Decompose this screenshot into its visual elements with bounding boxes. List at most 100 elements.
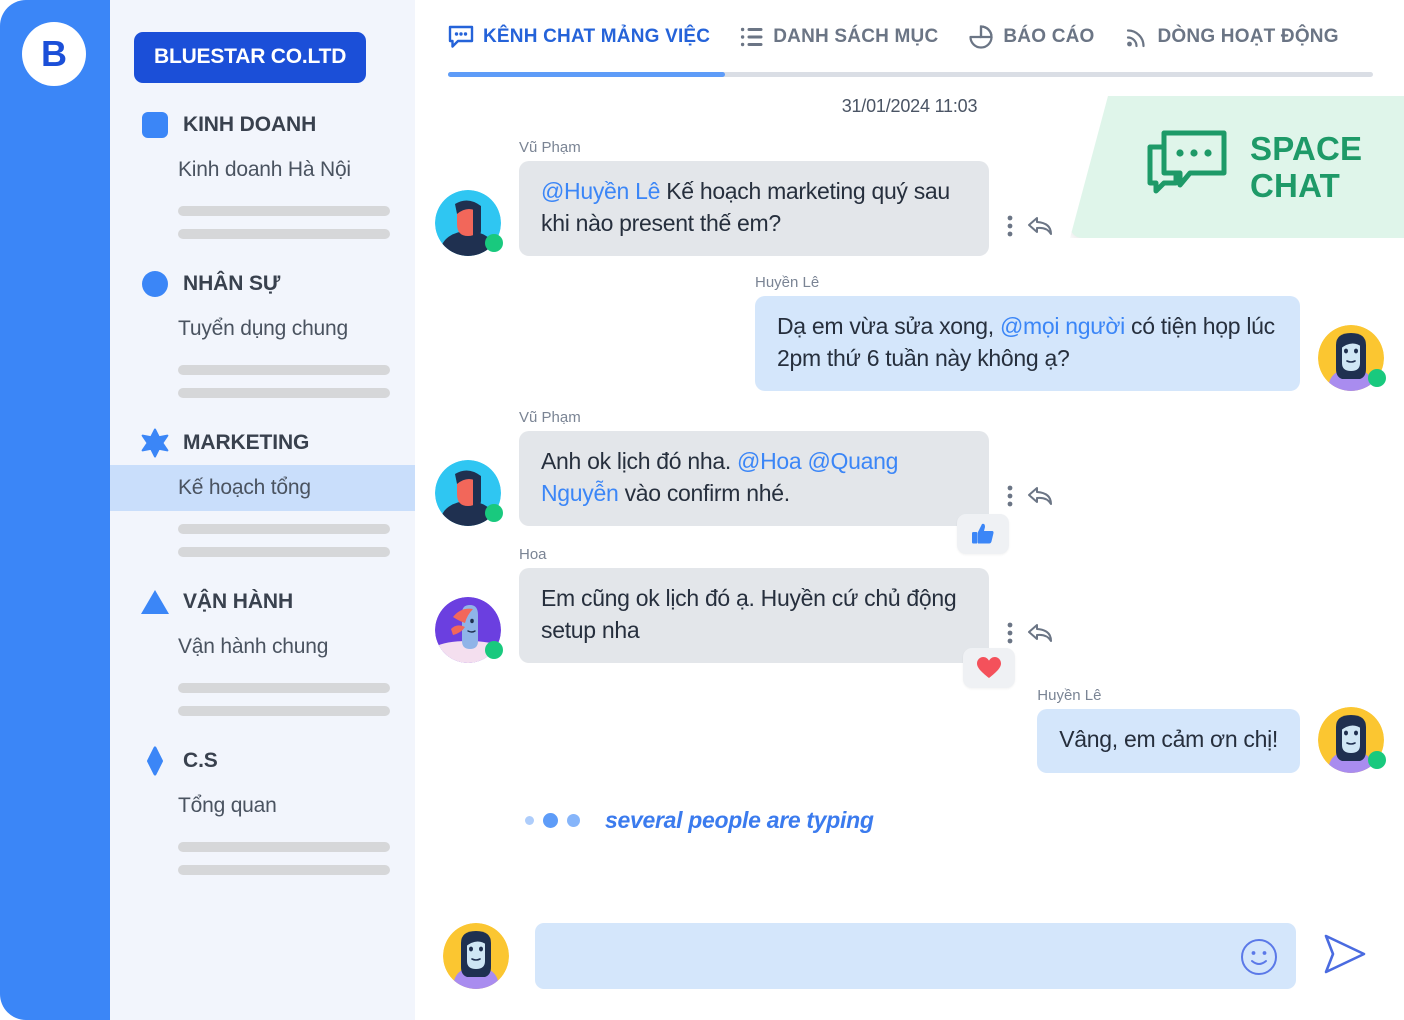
sidebar-group-title: MARKETING <box>183 431 310 454</box>
more-options-icon[interactable] <box>1007 621 1013 645</box>
online-status-dot <box>485 641 503 659</box>
online-status-dot <box>485 234 503 252</box>
avatar-huyen-le[interactable] <box>1318 706 1386 773</box>
more-options-icon[interactable] <box>1007 484 1013 508</box>
space-chat-label: SPACE CHAT <box>1250 130 1362 205</box>
sidebar-group-header[interactable]: VẬN HÀNH <box>110 580 415 624</box>
message-composer <box>415 910 1404 1002</box>
sidebar-group-title: C.S <box>183 749 218 772</box>
sidebar-placeholder-bar <box>178 388 390 398</box>
left-rail: B <box>0 0 110 1020</box>
message-sender-name: Huyền Lê <box>1037 687 1102 704</box>
sidebar-group-title: VẬN HÀNH <box>183 590 294 613</box>
message-row: Huyền Lê Dạ em vừa sửa xong, @mọi người … <box>415 274 1404 391</box>
sidebar-item-van-hanh-chung[interactable]: Vận hành chung <box>110 624 415 670</box>
sidebar-item-kinh-doanh-ha-noi[interactable]: Kinh doanh Hà Nội <box>110 147 415 193</box>
sidebar-group-nhan-su: NHÂN SỰ Tuyển dụng chung <box>110 262 415 398</box>
pie-chart-icon <box>968 24 994 50</box>
sidebar-placeholder-bar <box>178 842 390 852</box>
tab-label: KÊNH CHAT MẢNG VIỆC <box>483 26 711 47</box>
sidebar-group-marketing: MARKETING Kế hoạch tổng <box>110 421 415 557</box>
sidebar-group-header[interactable]: MARKETING <box>110 421 415 465</box>
message-sender-name: Hoa <box>519 546 547 563</box>
avatar-vu-pham[interactable] <box>435 460 503 526</box>
message-input[interactable] <box>555 926 1255 986</box>
tab-underline-active <box>448 72 725 77</box>
sidebar-group-title: KINH DOANH <box>183 113 317 136</box>
sidebar-placeholder-bar <box>178 865 390 875</box>
sidebar-group-title: NHÂN SỰ <box>183 272 281 295</box>
message-actions <box>1007 621 1053 645</box>
reaction-heart[interactable] <box>963 648 1015 688</box>
reply-icon[interactable] <box>1027 485 1053 507</box>
message-bubble[interactable]: @Huyền Lê Kế hoạch marketing quý sau khi… <box>519 161 989 256</box>
space-chat-icon <box>1142 127 1232 208</box>
reply-icon[interactable] <box>1027 215 1053 237</box>
message-input-wrapper <box>535 923 1296 989</box>
sidebar-placeholder-bar <box>178 365 390 375</box>
sidebar-item-ke-hoach-tong[interactable]: Kế hoạch tổng <box>110 465 415 511</box>
message-content: Vũ Phạm Anh ok lịch đó nha. @Hoa @Quang … <box>519 409 1009 554</box>
message-sender-name: Huyền Lê <box>755 274 820 291</box>
sidebar-group-header[interactable]: C.S <box>110 739 415 783</box>
message-content: Huyền Lê Vâng, em cảm ơn chị! <box>1037 687 1300 773</box>
tab-danh-sach-muc[interactable]: DANH SÁCH MỤC <box>740 26 938 48</box>
reply-icon[interactable] <box>1027 622 1053 644</box>
smiley-icon[interactable] <box>1240 938 1278 981</box>
sidebar-group-cs: C.S Tổng quan <box>110 739 415 875</box>
sidebar-group-list: KINH DOANH Kinh doanh Hà Nội NHÂN SỰ Tuy… <box>110 103 415 875</box>
online-status-dot <box>485 504 503 522</box>
avatar-hoa[interactable] <box>435 597 503 663</box>
app-root: B BLUESTAR CO.LTD KINH DOANH Kinh doanh … <box>0 0 1404 1020</box>
message-actions <box>1007 484 1053 508</box>
sidebar-placeholder-bar <box>178 683 390 693</box>
avatar-current-user[interactable] <box>443 923 509 989</box>
message-row: Hoa Em cũng ok lịch đó ạ. Huyền cứ chủ đ… <box>415 546 1404 688</box>
online-status-dot <box>1368 369 1386 387</box>
tab-label: BÁO CÁO <box>1003 26 1095 47</box>
message-text: vào confirm nhé. <box>618 479 791 506</box>
sidebar: BLUESTAR CO.LTD KINH DOANH Kinh doanh Hà… <box>110 0 415 1020</box>
tab-bar: KÊNH CHAT MẢNG VIỆC DANH SÁCH MỤC BÁO CÁ… <box>448 24 1339 50</box>
message-bubble[interactable]: Dạ em vừa sửa xong, @mọi người có tiện h… <box>755 296 1300 391</box>
message-row: Vũ Phạm Anh ok lịch đó nha. @Hoa @Quang … <box>415 409 1404 554</box>
message-bubble[interactable]: Anh ok lịch đó nha. @Hoa @Quang Nguyễn v… <box>519 431 989 526</box>
star-icon <box>140 428 170 458</box>
space-chat-line2: CHAT <box>1250 167 1341 204</box>
sidebar-group-header[interactable]: KINH DOANH <box>110 103 415 147</box>
rss-feed-icon <box>1125 25 1149 49</box>
sidebar-item-tuyen-dung-chung[interactable]: Tuyển dụng chung <box>110 306 415 352</box>
sidebar-group-van-hanh: VẬN HÀNH Vận hành chung <box>110 580 415 716</box>
message-content: Huyền Lê Dạ em vừa sửa xong, @mọi người … <box>755 274 1300 391</box>
tab-label: DANH SÁCH MỤC <box>773 26 939 47</box>
online-status-dot <box>1368 750 1386 769</box>
sidebar-group-header[interactable]: NHÂN SỰ <box>110 262 415 306</box>
tab-kenh-chat-mang-viec[interactable]: KÊNH CHAT MẢNG VIỆC <box>448 25 710 49</box>
message-sender-name: Vũ Phạm <box>519 409 581 426</box>
mention-token[interactable]: @mọi người <box>1000 313 1125 339</box>
avatar-vu-pham[interactable] <box>435 190 503 256</box>
message-bubble[interactable]: Vâng, em cảm ơn chị! <box>1037 709 1300 773</box>
sidebar-placeholder-bar <box>178 706 390 716</box>
more-options-icon[interactable] <box>1007 214 1013 238</box>
diamond-icon <box>140 746 170 776</box>
typing-indicator: several people are typing <box>415 807 1404 834</box>
sidebar-placeholder-bar <box>178 229 390 239</box>
chat-bubble-icon <box>448 25 474 49</box>
org-name-badge[interactable]: BLUESTAR CO.LTD <box>134 32 367 83</box>
message-text: Anh ok lịch đó nha. <box>541 448 738 474</box>
message-content: Vũ Phạm @Huyền Lê Kế hoạch marketing quý… <box>519 139 989 256</box>
sidebar-placeholder-bar <box>178 206 390 216</box>
sidebar-placeholder-bar <box>178 524 390 534</box>
tab-bao-cao[interactable]: BÁO CÁO <box>968 24 1094 50</box>
message-actions <box>1007 214 1053 238</box>
message-bubble[interactable]: Em cũng ok lịch đó ạ. Huyền cứ chủ động … <box>519 568 989 663</box>
sidebar-group-kinh-doanh: KINH DOANH Kinh doanh Hà Nội <box>110 103 415 239</box>
app-logo[interactable]: B <box>22 22 86 86</box>
avatar-huyen-le[interactable] <box>1318 325 1386 391</box>
sidebar-item-tong-quan[interactable]: Tổng quan <box>110 783 415 829</box>
tab-dong-hoat-dong[interactable]: DÒNG HOẠT ĐỘNG <box>1125 25 1339 49</box>
mention-token[interactable]: @Huyền Lê <box>541 178 660 204</box>
send-icon[interactable] <box>1322 933 1368 980</box>
tab-underline-track <box>448 72 1373 77</box>
